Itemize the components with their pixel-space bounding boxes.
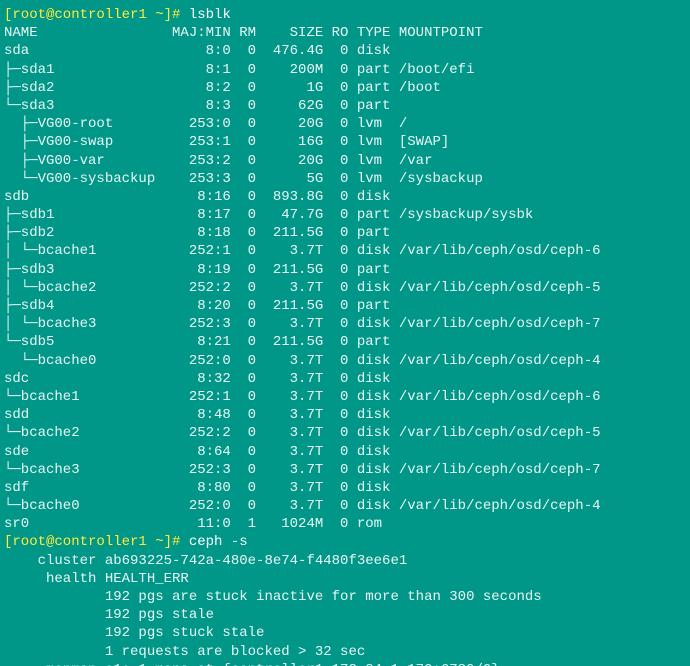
ceph-output: cluster ab693225-742a-480e-8e74-f4480f3e…: [4, 553, 542, 666]
shell-prompt: [root@controller1 ~]#: [4, 7, 189, 23]
lsblk-body: sda 8:0 0 476.4G 0 disk ├─sda1 8:1 0 200…: [4, 43, 601, 532]
terminal[interactable]: [root@controller1 ~]# lsblk NAME MAJ:MIN…: [0, 0, 690, 666]
command-ceph: ceph -s: [189, 534, 248, 550]
shell-prompt: [root@controller1 ~]#: [4, 534, 189, 550]
lsblk-header: NAME MAJ:MIN RM SIZE RO TYPE MOUNTPOINT: [4, 25, 483, 41]
command-lsblk: lsblk: [189, 7, 231, 23]
